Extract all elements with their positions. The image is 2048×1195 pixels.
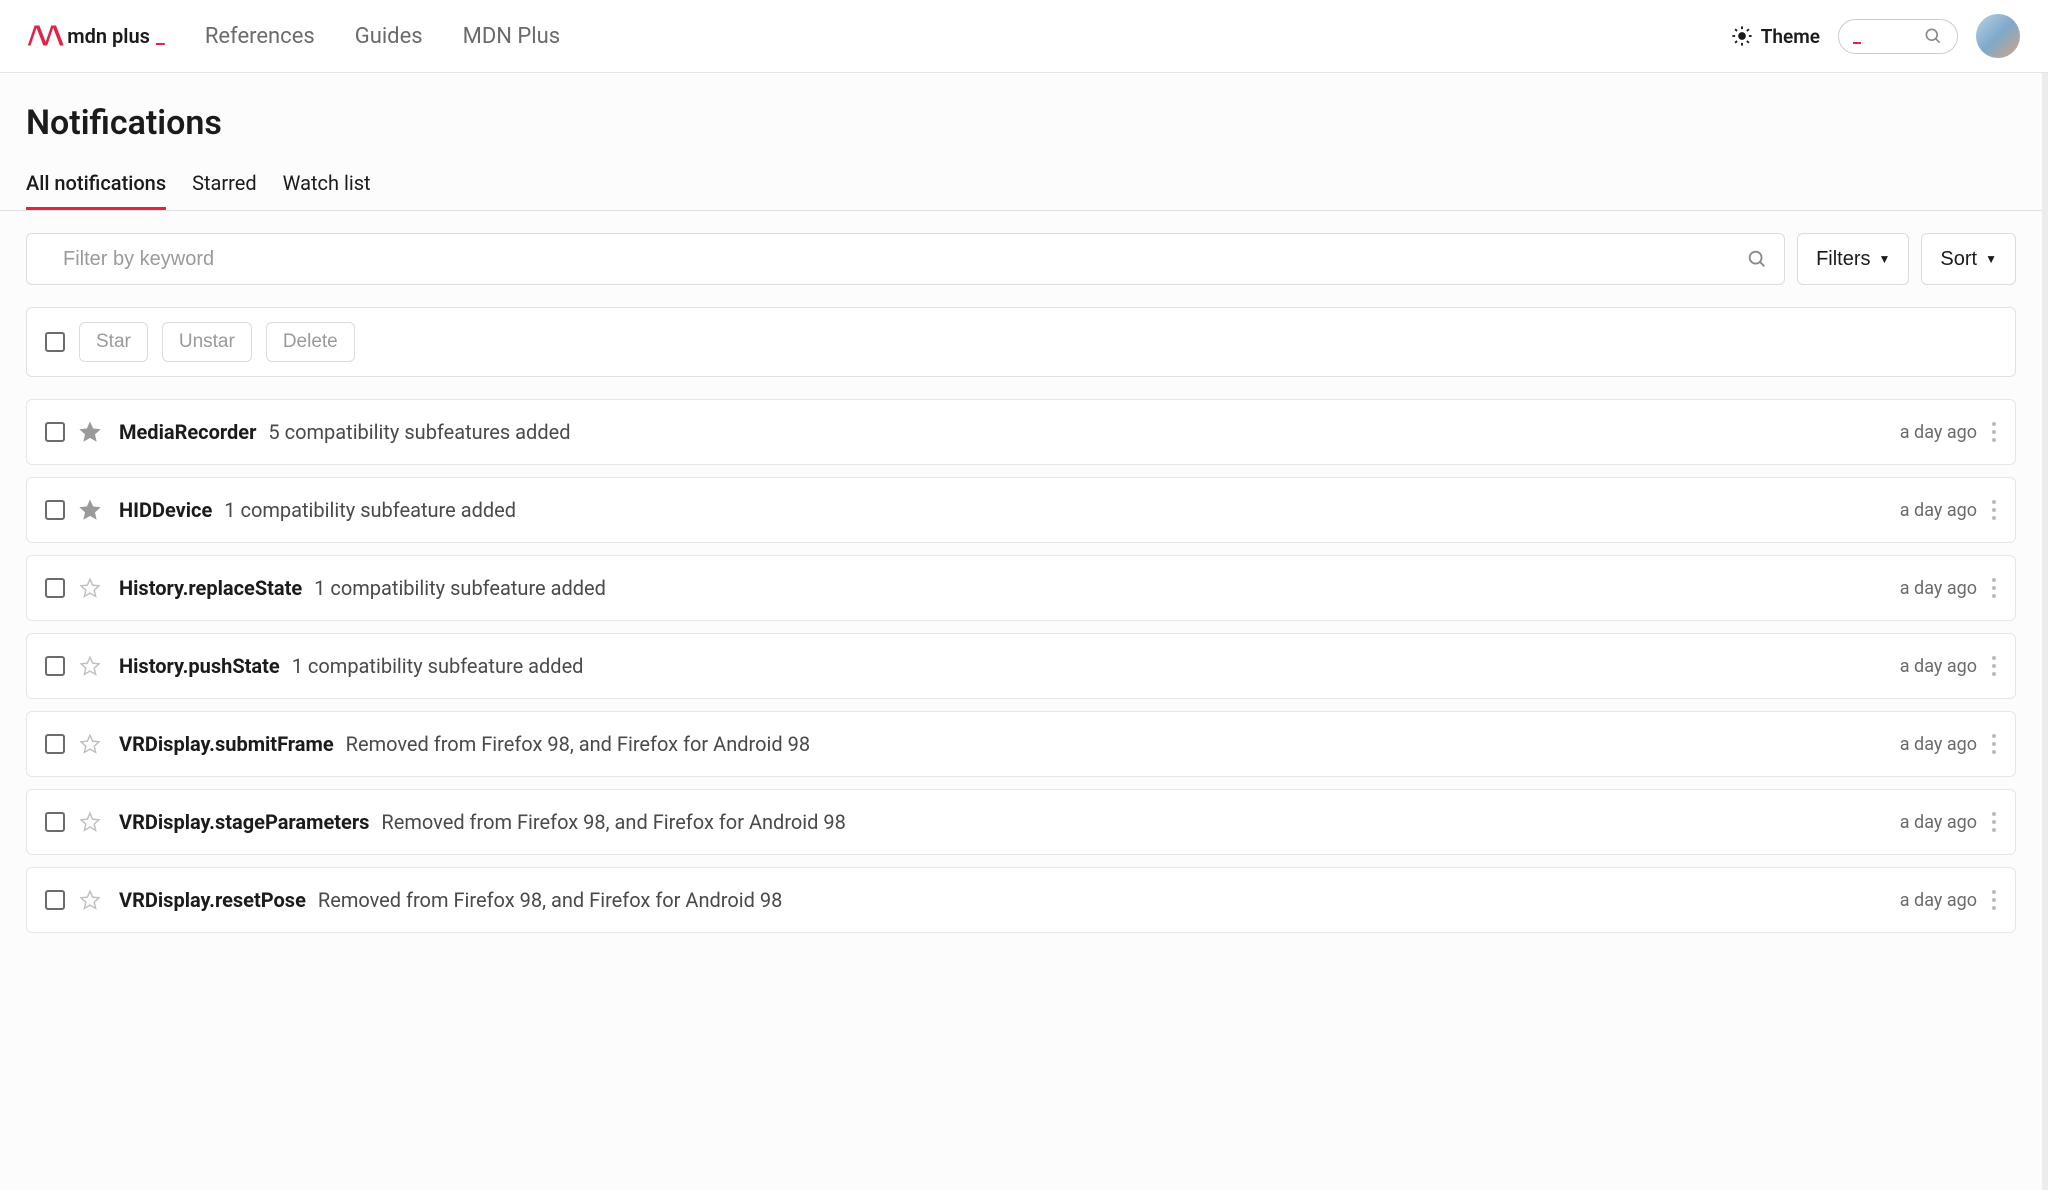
row-time: a day ago [1900, 890, 1977, 911]
global-header: /\/\ mdn plus _ References Guides MDN Pl… [0, 0, 2048, 73]
row-menu-button[interactable] [1991, 421, 1997, 443]
search-icon [1923, 26, 1943, 46]
row-checkbox[interactable] [45, 422, 65, 442]
notification-row[interactable]: History.replaceState 1 compatibility subf… [26, 555, 2016, 621]
row-desc: 1 compatibility subfeature added [292, 654, 584, 678]
row-menu-button[interactable] [1991, 577, 1997, 599]
tabs: All notifications Starred Watch list [0, 171, 2042, 211]
logo-text: mdn plus [67, 24, 150, 48]
logo-m-icon: /\/\ [28, 21, 61, 51]
row-desc: 5 compatibility subfeatures added [268, 420, 570, 444]
avatar[interactable] [1976, 14, 2020, 58]
logo-cursor-icon: _ [156, 24, 165, 48]
row-title: History.pushState [119, 654, 280, 678]
row-desc: Removed from Firefox 98, and Firefox for… [346, 732, 810, 756]
bulk-actions-bar: Star Unstar Delete [26, 307, 2016, 377]
row-desc: 1 compatibility subfeature added [314, 576, 606, 600]
sun-icon [1731, 25, 1753, 47]
star-icon[interactable] [79, 421, 101, 443]
row-checkbox[interactable] [45, 500, 65, 520]
tab-watch-list[interactable]: Watch list [283, 171, 371, 210]
row-time: a day ago [1900, 422, 1977, 443]
theme-label: Theme [1761, 25, 1820, 48]
nav-mdn-plus[interactable]: MDN Plus [463, 24, 561, 49]
notification-row[interactable]: VRDisplay.stageParameters Removed from Fi… [26, 789, 2016, 855]
row-menu-button[interactable] [1991, 655, 1997, 677]
filter-input[interactable] [43, 248, 1746, 271]
star-icon[interactable] [79, 889, 101, 911]
nav-guides[interactable]: Guides [355, 24, 423, 49]
caret-down-icon: ▼ [1985, 252, 1997, 266]
header-right: Theme _ [1731, 14, 2020, 58]
row-time: a day ago [1900, 500, 1977, 521]
row-menu-button[interactable] [1991, 499, 1997, 521]
notification-list: MediaRecorder 5 compatibility subfeatures… [26, 399, 2016, 933]
bulk-star-button[interactable]: Star [79, 322, 148, 362]
logo[interactable]: /\/\ mdn plus _ [28, 21, 165, 51]
row-title: HIDDevice [119, 498, 212, 522]
row-checkbox[interactable] [45, 890, 65, 910]
caret-down-icon: ▼ [1879, 252, 1891, 266]
row-desc: Removed from Firefox 98, and Firefox for… [381, 810, 845, 834]
row-menu-button[interactable] [1991, 889, 1997, 911]
row-title: VRDisplay.resetPose [119, 888, 306, 912]
row-title: History.replaceState [119, 576, 302, 600]
row-time: a day ago [1900, 656, 1977, 677]
sort-label: Sort [1940, 248, 1977, 271]
row-menu-button[interactable] [1991, 733, 1997, 755]
notification-row[interactable]: VRDisplay.submitFrame Removed from Firefo… [26, 711, 2016, 777]
search-cursor-icon: _ [1853, 26, 1861, 47]
row-checkbox[interactable] [45, 656, 65, 676]
row-time: a day ago [1900, 578, 1977, 599]
filter-bar: Filters ▼ Sort ▼ [26, 233, 2016, 285]
bulk-delete-button[interactable]: Delete [266, 322, 355, 362]
row-desc: Removed from Firefox 98, and Firefox for… [318, 888, 782, 912]
header-left: /\/\ mdn plus _ References Guides MDN Pl… [28, 21, 560, 51]
page: Notifications All notifications Starred … [0, 73, 2048, 1190]
star-icon[interactable] [79, 655, 101, 677]
filters-button[interactable]: Filters ▼ [1797, 233, 1909, 285]
tab-starred[interactable]: Starred [192, 171, 257, 210]
page-title: Notifications [26, 103, 2016, 143]
filters-label: Filters [1816, 248, 1870, 271]
row-checkbox[interactable] [45, 734, 65, 754]
sort-button[interactable]: Sort ▼ [1921, 233, 2016, 285]
star-icon[interactable] [79, 577, 101, 599]
search-open[interactable]: _ [1838, 19, 1958, 54]
row-title: MediaRecorder [119, 420, 256, 444]
notification-row[interactable]: VRDisplay.resetPose Removed from Firefox … [26, 867, 2016, 933]
filter-input-wrap [26, 233, 1785, 285]
row-checkbox[interactable] [45, 578, 65, 598]
star-icon[interactable] [79, 499, 101, 521]
row-title: VRDisplay.submitFrame [119, 732, 334, 756]
row-time: a day ago [1900, 734, 1977, 755]
notification-row[interactable]: HIDDevice 1 compatibility subfeature adde… [26, 477, 2016, 543]
notification-row[interactable]: History.pushState 1 compatibility subfeat… [26, 633, 2016, 699]
row-time: a day ago [1900, 812, 1977, 833]
row-desc: 1 compatibility subfeature added [224, 498, 516, 522]
select-all-checkbox[interactable] [45, 332, 65, 352]
nav-references[interactable]: References [205, 24, 315, 49]
star-icon[interactable] [79, 733, 101, 755]
row-checkbox[interactable] [45, 812, 65, 832]
notification-row[interactable]: MediaRecorder 5 compatibility subfeatures… [26, 399, 2016, 465]
row-menu-button[interactable] [1991, 811, 1997, 833]
tab-all-notifications[interactable]: All notifications [26, 171, 166, 210]
row-title: VRDisplay.stageParameters [119, 810, 369, 834]
search-icon [1746, 248, 1768, 270]
bulk-unstar-button[interactable]: Unstar [162, 322, 252, 362]
star-icon[interactable] [79, 811, 101, 833]
theme-toggle[interactable]: Theme [1731, 25, 1820, 48]
